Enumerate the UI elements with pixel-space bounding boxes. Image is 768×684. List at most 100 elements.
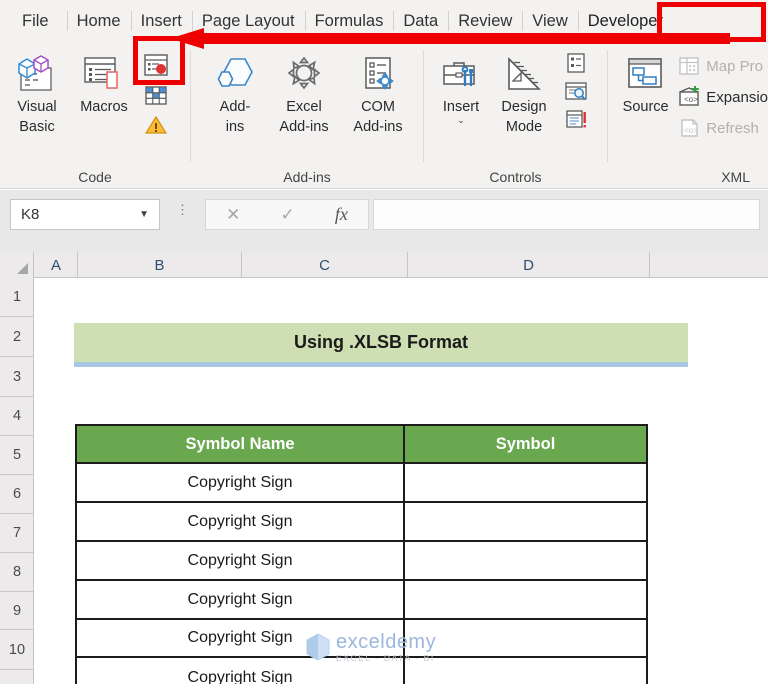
formula-bar-area: K8 ▼ ⋮ ✕ ✓ fx [0,190,768,252]
refresh-data-button[interactable]: <o> Refresh [675,114,768,142]
row-header-2[interactable]: 2 [0,317,34,357]
ribbon-group-addins-label: Add-ins [283,169,331,185]
row-header-5[interactable]: 5 [0,436,34,475]
formula-entry-buttons: ✕ ✓ fx [205,199,369,230]
column-header-symbol-name: Symbol Name [77,426,405,462]
column-header-e[interactable] [650,252,768,278]
view-code-button[interactable] [562,78,590,103]
row-header-column: 1 2 3 4 5 6 7 8 9 10 [0,278,34,684]
use-relative-references-button[interactable] [142,83,170,109]
cell-symbol[interactable] [405,620,646,656]
insert-controls-label: Insert [442,99,480,115]
row-header-9[interactable]: 9 [0,592,34,630]
expansion-packs-button[interactable]: <o> Expansio [675,83,768,111]
table-row[interactable]: Copyright Sign [77,620,646,658]
design-mode-button[interactable]: Design Mode [490,48,558,136]
expansion-packs-icon: <o> [675,86,703,108]
table-row[interactable]: Copyright Sign [77,464,646,503]
cell-symbol[interactable] [405,503,646,540]
cell-symbol[interactable] [405,542,646,579]
ribbon-group-controls-label: Controls [489,169,542,185]
tab-file-label: File [22,11,49,30]
row-header-1[interactable]: 1 [0,278,34,317]
macros-icon [81,52,127,96]
cell-symbol-name[interactable]: Copyright Sign [77,658,405,684]
add-ins-label-line1: Add- [219,99,251,115]
cancel-icon[interactable]: ✕ [226,205,240,225]
symbols-table: Symbol Name Symbol Copyright Sign Copyri… [75,424,648,684]
row-header-10[interactable]: 10 [0,630,34,670]
add-ins-label-line2: ins [225,119,245,135]
cell-symbol[interactable] [405,581,646,618]
map-properties-icon [675,55,703,77]
formula-bar-grip[interactable]: ⋮ [176,203,189,216]
chevron-down-icon[interactable]: ▼ [139,209,159,220]
tab-file[interactable]: File [0,0,67,42]
select-all-corner[interactable] [0,252,34,278]
excel-add-ins-icon [282,52,326,96]
title-banner-text: Using .XLSB Format [293,332,468,352]
row-header-6[interactable]: 6 [0,475,34,514]
properties-button[interactable] [562,50,590,75]
table-row[interactable]: Copyright Sign [77,658,646,684]
cell-symbol-name[interactable]: Copyright Sign [77,620,405,656]
cell-area: Using .XLSB Format Symbol Name Symbol Co… [34,278,768,684]
row-header-8[interactable]: 8 [0,553,34,592]
com-add-ins-button[interactable]: COM Add-ins [341,48,415,136]
design-mode-label-line1: Design [501,99,547,115]
map-properties-button[interactable]: Map Pro [675,52,768,80]
chevron-down-icon[interactable]: ⌄ [457,116,465,125]
table-header-row: Symbol Name Symbol [77,426,646,464]
annotation-arrow [170,28,730,50]
xml-source-button[interactable]: Source [616,48,675,115]
add-ins-button[interactable]: Add- ins [203,48,267,136]
cell-symbol[interactable] [405,464,646,501]
table-row[interactable]: Copyright Sign [77,581,646,620]
enter-icon[interactable]: ✓ [280,205,294,225]
tab-home[interactable]: Home [66,0,131,42]
ribbon-group-xml-label: XML [721,169,750,185]
row-header-3[interactable]: 3 [0,357,34,397]
excel-add-ins-button[interactable]: Excel Add-ins [267,48,341,136]
worksheet-grid: A B C D 1 2 3 4 5 6 7 8 9 10 Using .XLSB… [0,252,768,684]
column-header-d[interactable]: D [408,252,650,278]
com-add-ins-label-line1: COM [361,99,395,115]
use-relative-references-icon [142,85,170,107]
properties-icon [562,52,590,74]
run-dialog-button[interactable] [562,106,590,131]
view-code-icon [562,80,590,102]
run-dialog-icon [562,108,590,130]
macros-label: Macros [80,99,128,115]
column-header-b[interactable]: B [78,252,242,278]
cell-symbol-name[interactable]: Copyright Sign [77,542,405,579]
excel-window: File Home Insert Page Layout Formulas Da… [0,0,768,684]
design-mode-icon [502,52,546,96]
insert-controls-button[interactable]: Insert ⌄ [432,48,490,125]
column-header-c[interactable]: C [242,252,408,278]
insert-function-icon[interactable]: fx [335,204,348,225]
column-header-symbol: Symbol [405,426,646,462]
svg-text:<o>: <o> [684,126,698,135]
xml-source-icon [624,52,668,96]
name-box[interactable]: K8 ▼ [10,199,160,230]
macro-security-button[interactable] [142,112,170,138]
column-header-a[interactable]: A [35,252,78,278]
refresh-data-icon: <o> [675,117,703,139]
title-banner[interactable]: Using .XLSB Format [74,323,688,367]
insert-controls-icon [439,52,483,96]
cell-symbol-name[interactable]: Copyright Sign [77,503,405,540]
cell-symbol-name[interactable]: Copyright Sign [77,464,405,501]
cell-symbol[interactable] [405,658,646,684]
macros-button[interactable]: Macros [68,48,140,115]
row-header-7[interactable]: 7 [0,514,34,553]
xml-small-buttons: Map Pro <o> Expansio <o> Refresh [675,48,768,142]
svg-text:<o>: <o> [684,95,698,104]
table-row[interactable]: Copyright Sign [77,542,646,581]
formula-input[interactable] [373,199,760,230]
visual-basic-label-line2: Basic [19,119,55,135]
cell-symbol-name[interactable]: Copyright Sign [77,581,405,618]
visual-basic-button[interactable]: Visual Basic [6,48,68,136]
xml-source-label: Source [622,99,669,115]
row-header-4[interactable]: 4 [0,397,34,436]
table-row[interactable]: Copyright Sign [77,503,646,542]
